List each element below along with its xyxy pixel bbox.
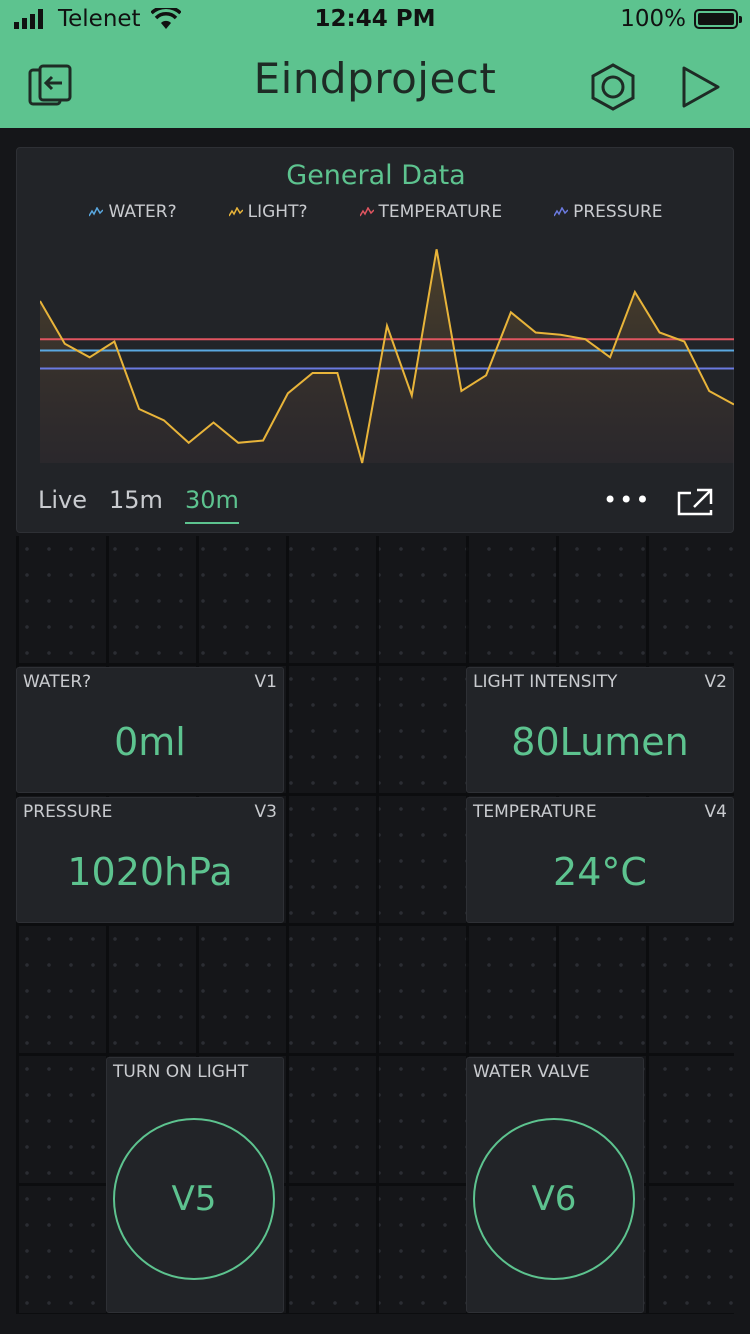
- range-30m[interactable]: 30m: [184, 486, 239, 524]
- widget-pin: V4: [704, 802, 727, 822]
- legend-label: TEMPERATURE: [378, 202, 503, 222]
- widget-value: 24°C: [553, 850, 647, 894]
- range-15m[interactable]: 15m: [109, 486, 163, 524]
- temperature-value-widget[interactable]: TEMPERATURE V4 24°C: [466, 797, 734, 923]
- turn-on-light-button[interactable]: V5: [113, 1118, 275, 1280]
- legend-label: PRESSURE: [573, 202, 663, 222]
- water-valve-widget: WATER VALVE V6: [466, 1057, 644, 1313]
- pressure-value-widget[interactable]: PRESSURE V3 1020hPa: [16, 797, 284, 923]
- chart-plot-area: [40, 249, 734, 464]
- play-icon[interactable]: [676, 62, 726, 112]
- battery-percent: 100%: [620, 6, 686, 32]
- light-intensity-widget[interactable]: LIGHT INTENSITY V2 80Lumen: [466, 667, 734, 793]
- legend-item-pressure[interactable]: PRESSURE: [554, 202, 663, 222]
- widget-label: WATER VALVE: [473, 1062, 590, 1082]
- battery-status: 100%: [620, 6, 742, 32]
- chart-title: General Data: [286, 160, 466, 191]
- series-area-light: [40, 249, 734, 463]
- widget-pin: V3: [254, 802, 277, 822]
- time-range-selector: Live 15m 30m: [38, 486, 239, 524]
- app-header: Eindproject: [0, 40, 750, 128]
- water-valve-button[interactable]: V6: [473, 1118, 635, 1280]
- legend-label: LIGHT?: [247, 202, 308, 222]
- widget-label: WATER?: [23, 672, 92, 692]
- widget-label: LIGHT INTENSITY: [473, 672, 618, 692]
- legend-line-icon: [89, 207, 104, 217]
- legend-label: WATER?: [108, 202, 177, 222]
- more-options-button[interactable]: •••: [603, 486, 651, 514]
- legend-line-icon: [359, 207, 374, 217]
- widget-pin: V2: [704, 672, 727, 692]
- widget-value: 0ml: [114, 720, 186, 764]
- superchart-widget[interactable]: General Data WATER? LIGHT? TEMPERATURE P…: [16, 147, 734, 533]
- legend-line-icon: [554, 207, 569, 217]
- settings-hexagon-icon[interactable]: [588, 62, 638, 112]
- range-live[interactable]: Live: [38, 486, 87, 524]
- widget-label: TEMPERATURE: [473, 802, 597, 822]
- legend-item-light[interactable]: LIGHT?: [228, 202, 308, 222]
- turn-on-light-widget: TURN ON LIGHT V5: [106, 1057, 284, 1313]
- widget-value: 1020hPa: [67, 850, 233, 894]
- battery-icon: [694, 9, 742, 29]
- widget-value: 80Lumen: [511, 720, 689, 764]
- widget-label: TURN ON LIGHT: [113, 1062, 249, 1082]
- water-value-widget[interactable]: WATER? V1 0ml: [16, 667, 284, 793]
- legend-item-water[interactable]: WATER?: [89, 202, 177, 222]
- status-bar: Telenet 12:44 PM 100%: [0, 0, 750, 40]
- chart-legend: WATER? LIGHT? TEMPERATURE PRESSURE: [17, 202, 735, 222]
- expand-icon[interactable]: [677, 488, 713, 516]
- legend-item-temperature[interactable]: TEMPERATURE: [359, 202, 503, 222]
- legend-line-icon: [228, 207, 243, 217]
- widget-pin: V1: [254, 672, 277, 692]
- widget-label: PRESSURE: [23, 802, 113, 822]
